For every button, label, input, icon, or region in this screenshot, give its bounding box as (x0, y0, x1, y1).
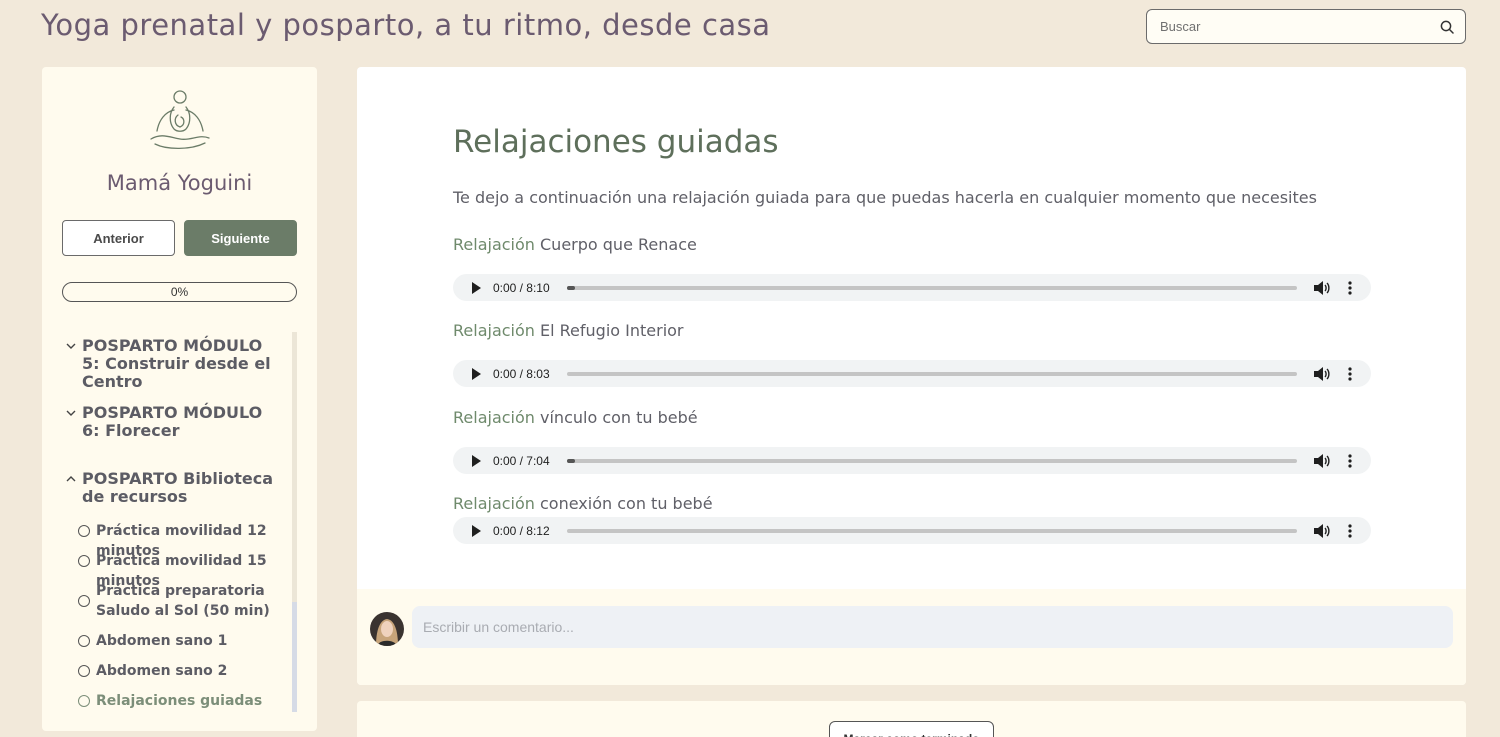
audio-player: 0:00 / 8:10 (453, 274, 1371, 301)
more-vertical-icon[interactable] (1343, 452, 1357, 470)
audio-time: 0:00 / 8:12 (492, 523, 550, 538)
track-name: vínculo con tu bebé (534, 408, 698, 427)
module-title: POSPARTO MÓDULO 5: Construir desde el Ce… (82, 336, 271, 391)
module-title: POSPARTO Biblioteca de recursos (82, 469, 274, 506)
seek-bar[interactable] (566, 285, 1298, 290)
circle-outline-icon (78, 695, 90, 707)
lesson-label: Relajaciones guiadas (96, 693, 263, 709)
lesson-content: Relajaciones guiadas Te dejo a continuac… (357, 67, 1466, 685)
lesson-label: Abdomen sano 1 (96, 633, 228, 649)
circle-outline-icon (78, 595, 90, 607)
seek-bar[interactable] (566, 458, 1298, 463)
module-item[interactable]: POSPARTO MÓDULO 6: Florecer (62, 404, 282, 440)
audio-player: 0:00 / 7:04 (453, 447, 1371, 474)
play-icon[interactable] (469, 281, 483, 295)
track-name: El Refugio Interior (534, 321, 684, 340)
seek-bar[interactable] (566, 371, 1298, 376)
page-title: Relajaciones guiadas (453, 124, 779, 160)
chevron-down-icon[interactable] (62, 404, 80, 422)
volume-icon[interactable] (1313, 365, 1331, 383)
lesson-label: Práctica preparatoria Saludo al Sol (50 … (96, 583, 270, 619)
meditating-mother-logo (147, 89, 213, 151)
more-vertical-icon[interactable] (1343, 522, 1357, 540)
lesson-item-active[interactable]: Relajaciones guiadas (78, 691, 296, 711)
audio-player: 0:00 / 8:03 (453, 360, 1371, 387)
seek-bar[interactable] (566, 528, 1298, 533)
volume-icon[interactable] (1313, 279, 1331, 297)
lesson-item[interactable]: Abdomen sano 2 (78, 661, 296, 681)
module-title: POSPARTO MÓDULO 6: Florecer (82, 403, 263, 440)
avatar (370, 612, 404, 646)
volume-icon[interactable] (1313, 452, 1331, 470)
track-prefix: Relajación (453, 235, 535, 254)
comment-section (357, 589, 1466, 685)
play-icon[interactable] (469, 367, 483, 381)
course-sidebar: Mamá Yoguini Anterior Siguiente 0% POSPA… (42, 67, 317, 731)
play-icon[interactable] (469, 524, 483, 538)
circle-outline-icon (78, 525, 90, 537)
track-prefix: Relajación (453, 321, 535, 340)
site-title: Yoga prenatal y posparto, a tu ritmo, de… (41, 8, 771, 42)
search-icon[interactable] (1439, 19, 1455, 35)
track-title: Relajación vínculo con tu bebé (453, 408, 698, 427)
volume-icon[interactable] (1313, 522, 1331, 540)
circle-outline-icon (78, 635, 90, 647)
circle-outline-icon (78, 665, 90, 677)
course-progress-bar: 0% (62, 282, 297, 302)
seek-progress (566, 458, 575, 463)
more-vertical-icon[interactable] (1343, 365, 1357, 383)
brand-name: Mamá Yoguini (106, 171, 253, 195)
previous-button[interactable]: Anterior (62, 220, 175, 256)
intro-text: Te dejo a continuación una relajación gu… (453, 188, 1317, 207)
audio-time: 0:00 / 8:10 (492, 280, 550, 295)
lesson-item[interactable]: Práctica preparatoria Saludo al Sol (50 … (78, 581, 286, 621)
track-name: conexión con tu bebé (534, 494, 713, 513)
audio-time: 0:00 / 7:04 (492, 453, 550, 468)
track-title: Relajación El Refugio Interior (453, 321, 684, 340)
search-box (1146, 9, 1466, 44)
progress-label: 0% (170, 285, 189, 299)
lesson-item[interactable]: Abdomen sano 1 (78, 631, 296, 651)
play-icon[interactable] (469, 454, 483, 468)
audio-player: 0:00 / 8:12 (453, 517, 1371, 544)
chevron-down-icon[interactable] (62, 337, 80, 355)
next-button[interactable]: Siguiente (184, 220, 297, 256)
track-title: Relajación Cuerpo que Renace (453, 235, 697, 254)
module-item[interactable]: POSPARTO MÓDULO 5: Construir desde el Ce… (62, 337, 282, 391)
track-prefix: Relajación (453, 408, 535, 427)
search-input[interactable] (1160, 19, 1439, 34)
audio-time: 0:00 / 8:03 (492, 366, 550, 381)
mark-complete-button[interactable]: Marcar como terminado (829, 721, 994, 737)
circle-outline-icon (78, 555, 90, 567)
lesson-label: Abdomen sano 2 (96, 663, 228, 679)
more-vertical-icon[interactable] (1343, 279, 1357, 297)
track-prefix: Relajación (453, 494, 535, 513)
module-item[interactable]: POSPARTO Biblioteca de recursos (62, 470, 282, 506)
comment-input[interactable] (412, 606, 1453, 648)
track-name: Cuerpo que Renace (534, 235, 697, 254)
chevron-up-icon[interactable] (62, 470, 80, 488)
seek-progress (566, 285, 575, 290)
lesson-footer: Marcar como terminado (357, 701, 1466, 737)
track-title: Relajación conexión con tu bebé (453, 494, 713, 513)
